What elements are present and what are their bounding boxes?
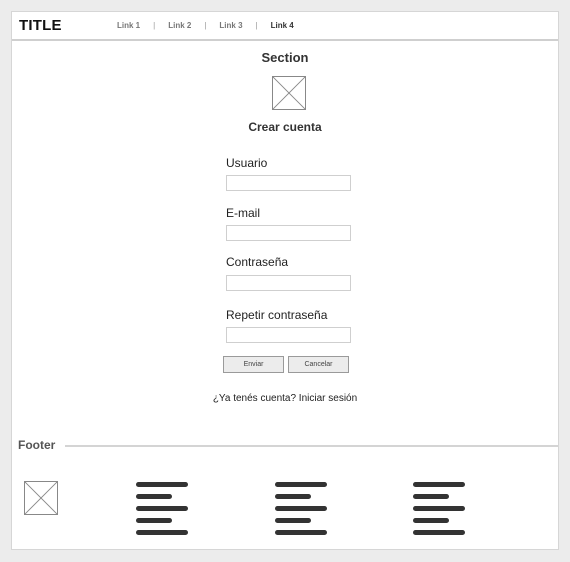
- text-line: [136, 506, 188, 511]
- text-line: [136, 530, 188, 535]
- text-line: [413, 482, 465, 487]
- page-frame: TITLE Link 1 | Link 2 | Link 3 | Link 4 …: [11, 11, 559, 550]
- usuario-input[interactable]: [226, 175, 351, 191]
- footer-text-block: [275, 482, 329, 542]
- login-link[interactable]: ¿Ya tenés cuenta? Iniciar sesión: [213, 393, 357, 404]
- text-line: [275, 530, 327, 535]
- nav-link-2[interactable]: Link 2: [168, 21, 191, 30]
- nav-separator: |: [204, 21, 207, 30]
- text-line: [275, 506, 327, 511]
- nav-link-4[interactable]: Link 4: [271, 21, 294, 30]
- repeat-password-label: Repetir contraseña: [226, 308, 328, 322]
- text-line: [136, 482, 188, 487]
- footer-divider: [65, 445, 558, 447]
- nav-bar: Link 1 | Link 2 | Link 3 | Link 4: [117, 21, 294, 30]
- text-line: [413, 518, 449, 523]
- nav-link-3[interactable]: Link 3: [219, 21, 242, 30]
- submit-button[interactable]: Enviar: [223, 356, 284, 373]
- image-placeholder-icon: [272, 76, 306, 110]
- text-line: [275, 482, 327, 487]
- text-line: [136, 518, 172, 523]
- email-label: E-mail: [226, 206, 261, 220]
- email-input[interactable]: [226, 225, 351, 241]
- header: TITLE Link 1 | Link 2 | Link 3 | Link 4: [12, 12, 558, 41]
- usuario-label: Usuario: [226, 156, 268, 170]
- cancel-button[interactable]: Cancelar: [288, 356, 349, 373]
- text-line: [413, 506, 465, 511]
- nav-link-1[interactable]: Link 1: [117, 21, 140, 30]
- text-line: [413, 530, 465, 535]
- text-line: [275, 494, 311, 499]
- footer-text-block: [413, 482, 467, 542]
- nav-separator: |: [153, 21, 156, 30]
- text-line: [275, 518, 311, 523]
- footer-image-placeholder-icon: [24, 481, 58, 515]
- password-label: Contraseña: [226, 255, 289, 269]
- section-title: Section: [261, 50, 309, 65]
- repeat-password-input[interactable]: [226, 327, 351, 343]
- form-title: Crear cuenta: [248, 120, 322, 134]
- footer-text-block: [136, 482, 190, 542]
- footer-title: Footer: [18, 438, 56, 452]
- login-link-wrapper: ¿Ya tenés cuenta? Iniciar sesión: [12, 393, 558, 404]
- page-title: TITLE: [19, 17, 62, 34]
- text-line: [413, 494, 449, 499]
- text-line: [136, 494, 172, 499]
- password-input[interactable]: [226, 275, 351, 291]
- nav-separator: |: [255, 21, 258, 30]
